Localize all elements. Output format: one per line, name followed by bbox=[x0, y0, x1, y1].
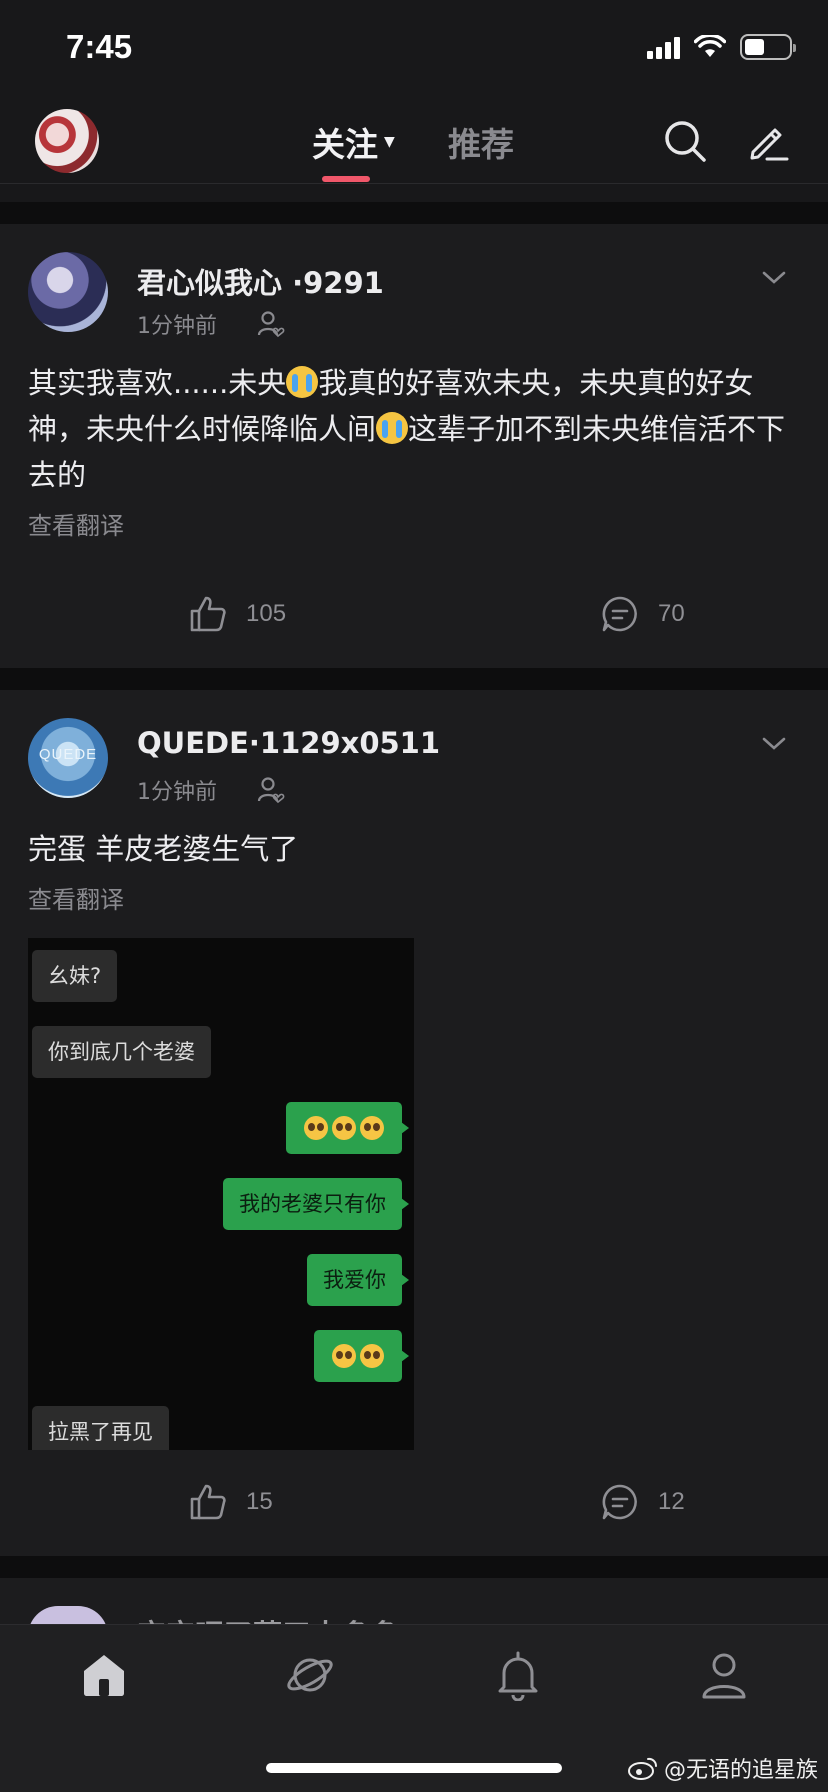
pleading-face-icon bbox=[360, 1116, 384, 1140]
status-icons bbox=[647, 34, 796, 60]
post-meta: 1分钟前 bbox=[137, 308, 285, 340]
view-translation-link[interactable]: 查看翻译 bbox=[28, 506, 124, 541]
comment-icon bbox=[602, 596, 637, 632]
status-bar: 7:45 bbox=[0, 0, 828, 100]
chat-bubble-outgoing bbox=[314, 1330, 409, 1382]
comment-count: 70 bbox=[658, 600, 685, 627]
feed-divider bbox=[0, 1556, 828, 1578]
pleading-face-icon bbox=[304, 1116, 328, 1140]
author-avatar[interactable] bbox=[28, 252, 108, 332]
like-count: 15 bbox=[246, 1488, 273, 1515]
following-icon bbox=[257, 777, 285, 804]
post-card[interactable]: 君心似我心 ·9291 1分钟前 其实我喜欢......未央 我真的好喜欢未央，未… bbox=[0, 224, 828, 668]
view-translation-link[interactable]: 查看翻译 bbox=[28, 880, 124, 915]
like-button[interactable]: 105 bbox=[188, 594, 286, 634]
author-name[interactable]: 宝宝嘿了薄三大多多 bbox=[137, 1612, 398, 1624]
home-icon[interactable] bbox=[78, 1649, 130, 1701]
post-meta: 1分钟前 bbox=[137, 774, 285, 806]
tab-recommend[interactable]: 推荐 bbox=[448, 118, 514, 166]
pleading-face-icon bbox=[360, 1344, 384, 1368]
weibo-logo-icon bbox=[627, 1757, 657, 1780]
planet-icon[interactable] bbox=[284, 1649, 336, 1701]
post-timestamp: 1分钟前 bbox=[137, 780, 217, 805]
active-tab-indicator bbox=[322, 176, 370, 182]
crying-face-icon bbox=[376, 412, 409, 444]
status-time: 7:45 bbox=[66, 28, 133, 65]
person-icon[interactable] bbox=[698, 1649, 750, 1701]
chat-bubble-outgoing: 我的老婆只有你 bbox=[223, 1178, 409, 1230]
tab-follow[interactable]: 关注 ▼ bbox=[312, 118, 395, 166]
thumbs-up-icon bbox=[190, 1484, 226, 1520]
thumbs-up-icon bbox=[190, 596, 226, 632]
top-nav: 关注 ▼ 推荐 bbox=[0, 100, 828, 184]
chevron-down-icon[interactable] bbox=[760, 268, 788, 288]
post-text-part: 其实我喜欢......未央 bbox=[28, 366, 287, 400]
home-indicator[interactable] bbox=[266, 1763, 562, 1773]
avatar-text: QUEDE bbox=[38, 746, 98, 763]
post-card[interactable]: QUEDE QUEDE·1129x0511 1分钟前 完蛋 羊皮老婆生气了 查看… bbox=[0, 690, 828, 1556]
post-card-peek[interactable] bbox=[0, 1578, 828, 1624]
post-text: 完蛋 羊皮老婆生气了 bbox=[28, 832, 299, 866]
watermark-text: @无语的追星族 bbox=[663, 1758, 818, 1783]
author-name[interactable]: QUEDE·1129x0511 bbox=[137, 726, 440, 760]
comment-count: 12 bbox=[658, 1488, 685, 1515]
chevron-down-icon[interactable] bbox=[760, 734, 788, 754]
post-image-chat-screenshot[interactable]: 幺妹? 你到底几个老婆 我的老婆只有你 我爱你 拉黑了再见 bbox=[28, 938, 414, 1450]
author-avatar[interactable]: QUEDE bbox=[28, 718, 108, 798]
chat-bubble-outgoing: 我爱你 bbox=[307, 1254, 409, 1306]
battery-icon bbox=[740, 34, 796, 60]
tab-follow-label: 关注 bbox=[312, 125, 378, 164]
crying-face-icon bbox=[286, 366, 319, 398]
feed-divider bbox=[0, 668, 828, 690]
comment-button[interactable]: 70 bbox=[600, 594, 685, 634]
cellular-signal-icon bbox=[647, 35, 680, 59]
chat-bubble-incoming: 你到底几个老婆 bbox=[32, 1026, 211, 1078]
post-timestamp: 1分钟前 bbox=[137, 314, 217, 339]
following-icon bbox=[257, 311, 285, 338]
feed-divider bbox=[0, 202, 828, 224]
pleading-face-icon bbox=[332, 1344, 356, 1368]
caret-down-icon: ▼ bbox=[384, 134, 395, 150]
comment-button[interactable]: 12 bbox=[600, 1482, 685, 1522]
like-button[interactable]: 15 bbox=[188, 1482, 273, 1522]
like-count: 105 bbox=[246, 600, 287, 627]
compose-icon[interactable] bbox=[745, 118, 791, 164]
bell-icon[interactable] bbox=[492, 1649, 544, 1701]
chat-bubble-outgoing bbox=[286, 1102, 409, 1154]
search-icon[interactable] bbox=[662, 118, 708, 164]
chat-bubble-incoming: 拉黑了再见 bbox=[32, 1406, 169, 1450]
wifi-icon bbox=[694, 35, 726, 57]
pleading-face-icon bbox=[332, 1116, 356, 1140]
user-avatar[interactable] bbox=[35, 109, 99, 173]
chat-bubble-incoming: 幺妹? bbox=[32, 950, 118, 1002]
comment-icon bbox=[602, 1484, 637, 1520]
watermark: @无语的追星族 bbox=[627, 1752, 818, 1784]
author-name[interactable]: 君心似我心 ·9291 bbox=[137, 260, 384, 302]
post-text: 其实我喜欢......未央 我真的好喜欢未央，未央真的好女神，未央什么时候降临人间… bbox=[28, 360, 798, 498]
